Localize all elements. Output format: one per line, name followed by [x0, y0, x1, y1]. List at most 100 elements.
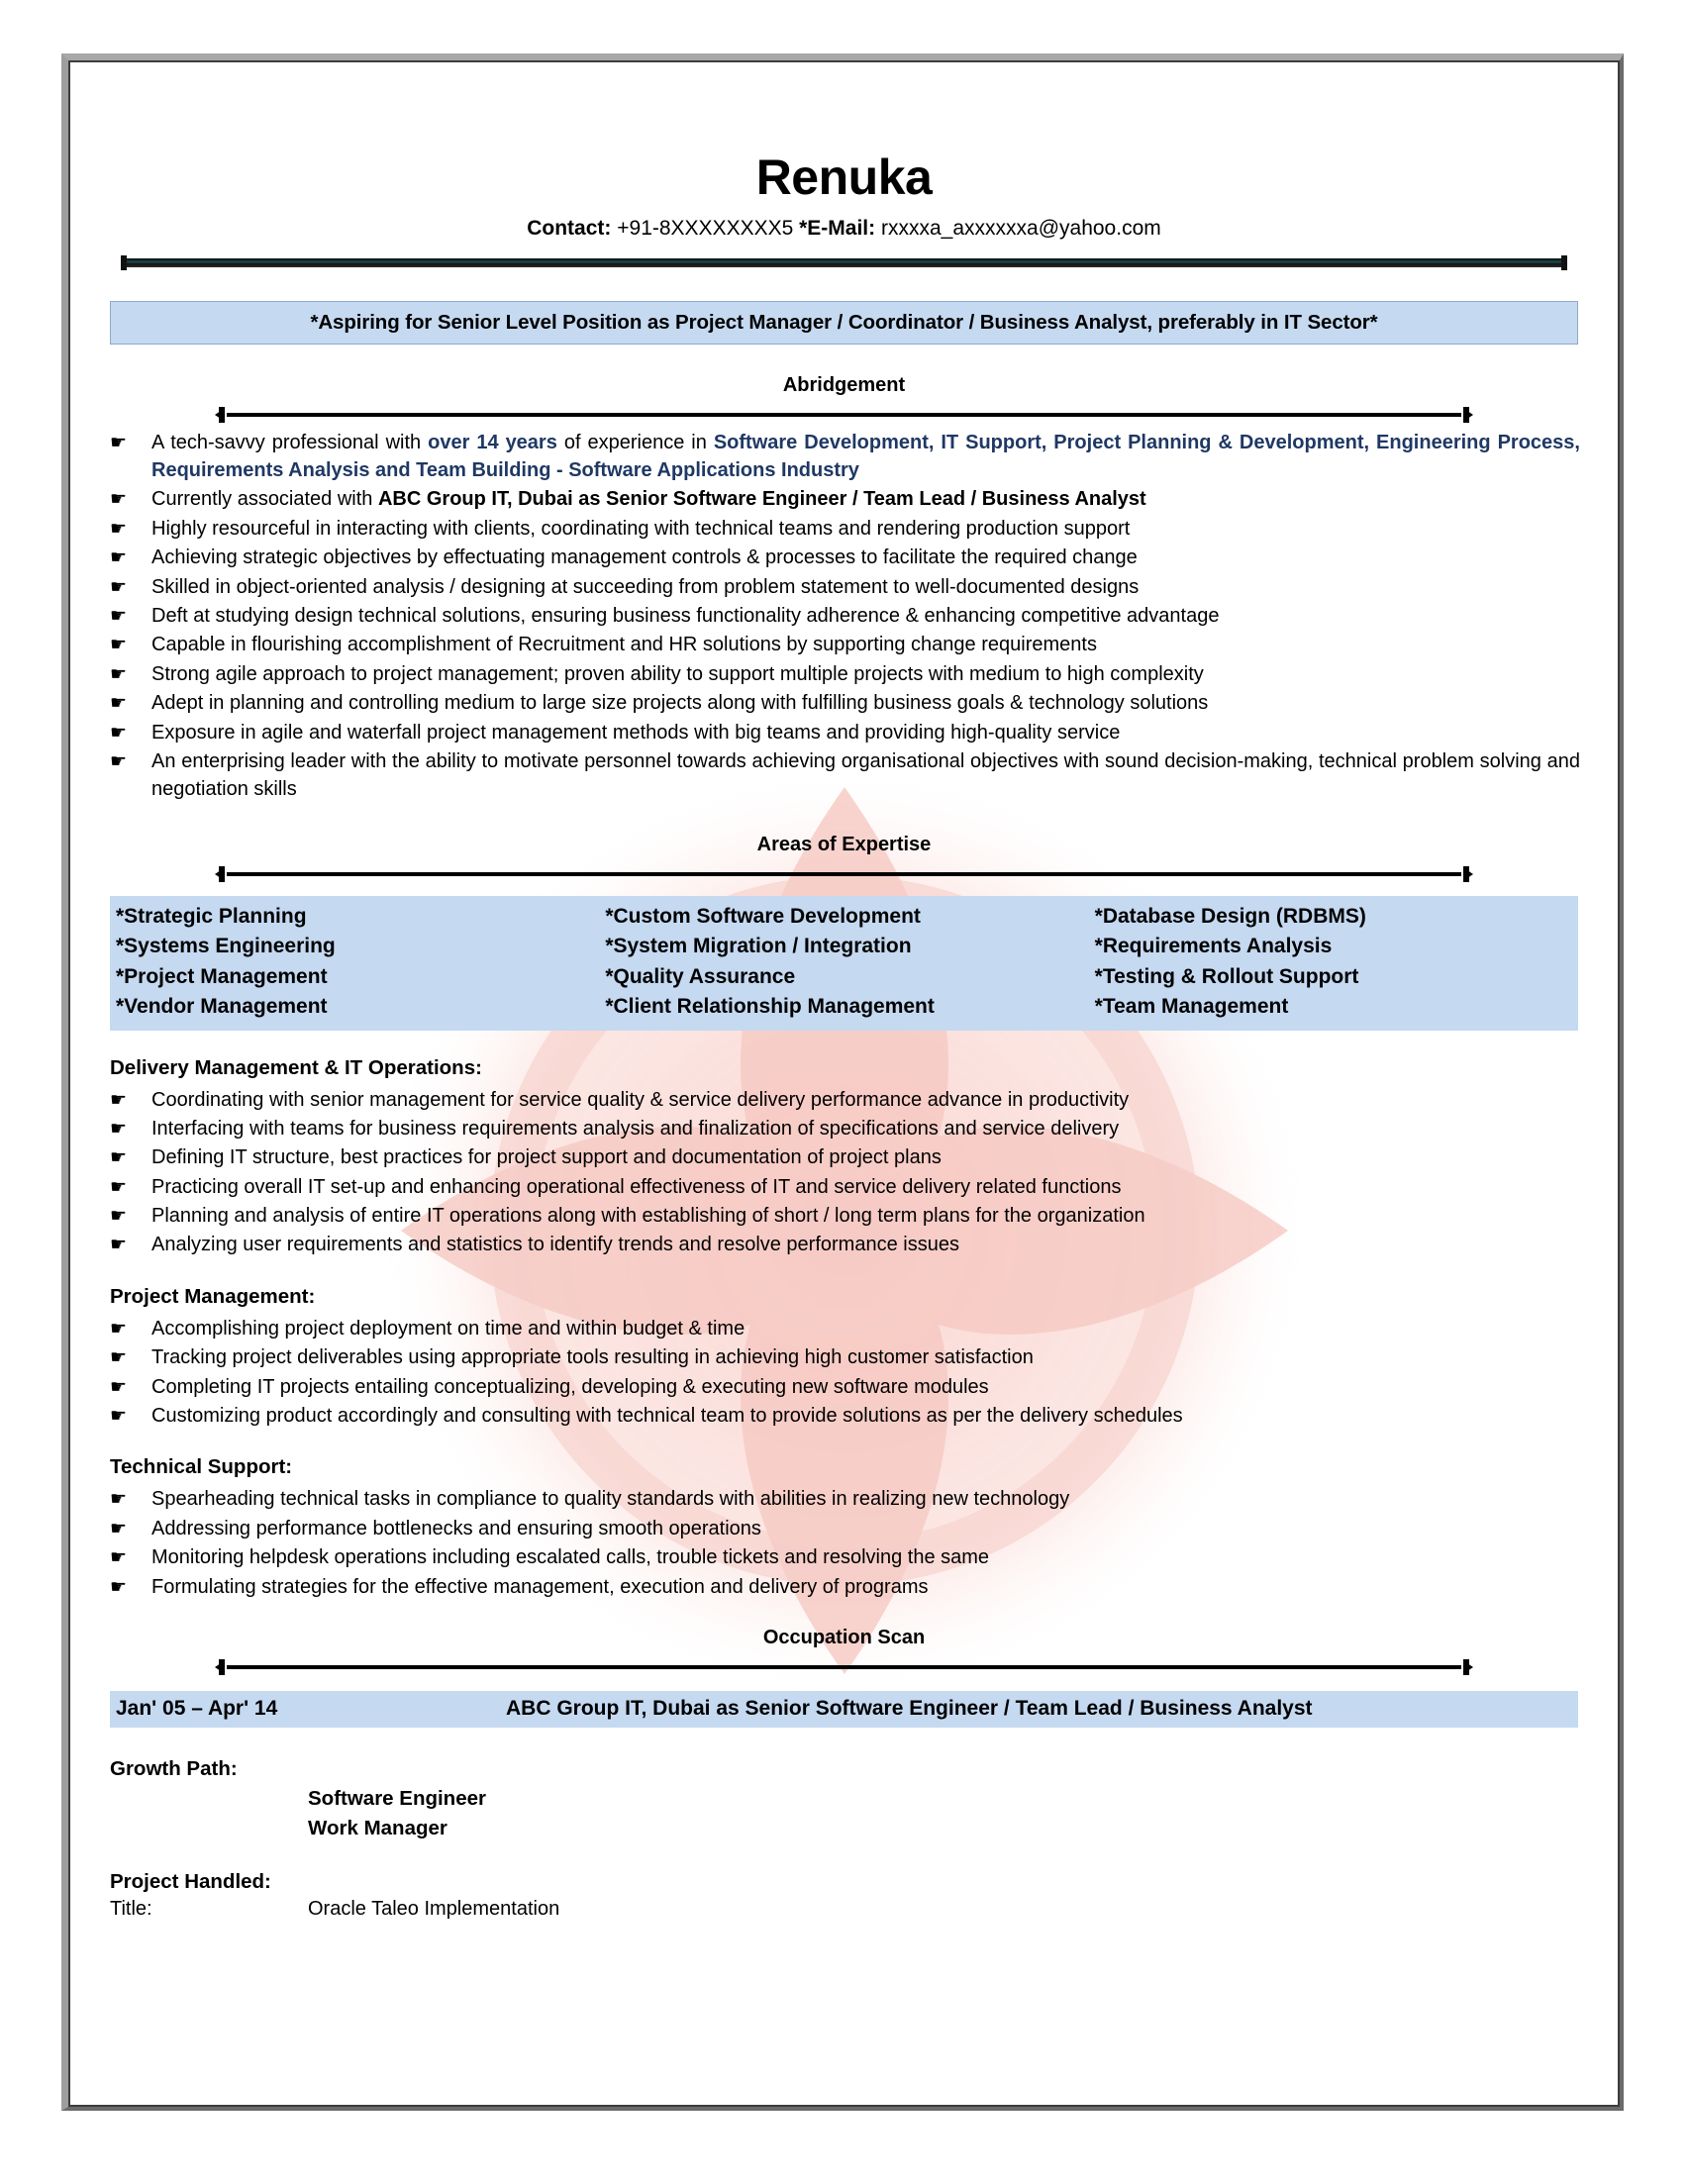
bullet-hand-icon: ☛	[110, 722, 128, 744]
list-item: ☛ Formulating strategies for the effectiv…	[96, 1573, 1592, 1601]
bullet-hand-icon: ☛	[110, 693, 128, 715]
section-title-abridgement: Abridgement	[782, 373, 906, 396]
subsection-title-project-management: Project Management:	[110, 1284, 316, 1308]
list-item-text: over 14 years	[428, 431, 557, 453]
list-item-text: Strong agile approach to project managem…	[151, 662, 1204, 685]
list-item: ☛ Capable in flourishing accomplishment o…	[96, 631, 1592, 658]
expertise-item: *Vendor Management	[116, 995, 328, 1019]
delivery-bullet-list: ☛ Coordinating with senior management for…	[96, 1086, 1592, 1259]
rule-cap-left	[219, 1658, 225, 1675]
bullet-hand-icon: ☛	[110, 1347, 128, 1369]
bullet-hand-icon: ☛	[110, 576, 128, 598]
list-item: ☛ Tracking project deliverables using app…	[96, 1343, 1592, 1371]
project-title-key: Title:	[110, 1897, 152, 1920]
list-item: ☛ Practicing overall IT set-up and enhanc…	[96, 1173, 1592, 1201]
list-item-text: Planning and analysis of entire IT opera…	[151, 1205, 1145, 1228]
list-item: ☛ Accomplishing project deployment on tim…	[96, 1315, 1592, 1342]
list-item: ☛ A tech-savvy professional with over 14 …	[96, 429, 1592, 485]
abridgement-bullet-list: ☛ A tech-savvy professional with over 14 …	[96, 429, 1592, 804]
expertise-item: *Custom Software Development	[605, 904, 921, 928]
bullet-hand-icon: ☛	[110, 547, 128, 569]
list-item-text: Deft at studying design technical soluti…	[151, 605, 1220, 628]
bullet-hand-icon: ☛	[110, 1489, 128, 1511]
bullet-hand-icon: ☛	[110, 1118, 128, 1140]
expertise-item: *Project Management	[116, 964, 328, 988]
list-item-text: A tech-savvy professional with	[151, 431, 429, 453]
expertise-grid: *Strategic Planning *Systems Engineering *…	[110, 895, 1578, 1031]
bullet-hand-icon: ☛	[110, 1518, 128, 1539]
list-item-text: Coordinating with senior management for …	[151, 1088, 1130, 1111]
list-item: ☛ Deft at studying design technical solut…	[96, 602, 1592, 630]
list-item-text: Capable in flourishing accomplishment of…	[151, 634, 1097, 656]
list-item: ☛ Defining IT structure, best practices f…	[96, 1143, 1592, 1171]
rule-bar	[227, 871, 1461, 876]
list-item-text: of experience in	[556, 431, 714, 453]
list-item-text: Completing IT projects entailing concept…	[151, 1375, 989, 1398]
list-item: ☛ Customizing product accordingly and con…	[96, 1402, 1592, 1430]
expertise-item: *Client Relationship Management	[605, 995, 935, 1019]
list-item: ☛ Completing IT projects entailing concep…	[96, 1373, 1592, 1401]
list-item: ☛ Planning and analysis of entire IT oper…	[96, 1202, 1592, 1230]
expertise-column-3: *Database Design (RDBMS) *Requirements An…	[1089, 902, 1578, 1023]
list-item-text: Analyzing user requirements and statisti…	[151, 1234, 959, 1256]
list-item: ☛ Analyzing user requirements and statist…	[96, 1231, 1592, 1258]
rule-cap-left	[219, 406, 225, 423]
list-item: ☛ An enterprising leader with the ability…	[96, 747, 1592, 804]
list-item-text: Practicing overall IT set-up and enhanci…	[151, 1175, 1122, 1198]
section-title-occupation: Occupation Scan	[762, 1626, 926, 1648]
document-page: Renuka Contact: +91-8XXXXXXXX5 *E-Mail: …	[68, 60, 1620, 2107]
bullet-hand-icon: ☛	[110, 1406, 128, 1428]
list-item-text: Tracking project deliverables using appr…	[151, 1346, 1034, 1369]
bullet-hand-icon: ☛	[110, 1147, 128, 1169]
list-item-text: Highly resourceful in interacting with c…	[151, 517, 1131, 540]
section-title-expertise: Areas of Expertise	[756, 833, 932, 855]
header-divider	[121, 254, 1567, 270]
list-item: ☛ Interfacing with teams for business req…	[96, 1115, 1592, 1142]
list-item-text: Addressing performance bottlenecks and e…	[151, 1517, 761, 1539]
bullet-hand-icon: ☛	[110, 635, 128, 656]
section-rule-abridgement	[215, 406, 1473, 423]
growth-path-label: Growth Path:	[110, 1756, 238, 1780]
experience-period: Jan' 05 – Apr' 14	[116, 1696, 278, 1720]
expertise-item: *System Migration / Integration	[605, 935, 912, 958]
list-item: ☛ Skilled in object-oriented analysis / d…	[96, 573, 1592, 601]
list-item-text: Customizing product accordingly and cons…	[151, 1405, 1183, 1428]
list-item: ☛ Highly resourceful in interacting with …	[96, 515, 1592, 543]
list-item-text: Adept in planning and controlling medium…	[151, 692, 1209, 715]
subsection-title-delivery: Delivery Management & IT Operations:	[110, 1055, 482, 1079]
objective-band: *Aspiring for Senior Level Position as P…	[110, 300, 1578, 345]
project-title-row: Title: Oracle Taleo Implementation	[110, 1898, 1592, 1921]
arrow-right-icon	[1464, 1660, 1473, 1673]
contact-label: Contact:	[527, 216, 612, 240]
list-item-text: Currently associated with	[151, 488, 378, 511]
list-item-text: ABC Group IT, Dubai as Senior Software E…	[377, 488, 1146, 511]
section-rule-occupation	[215, 1658, 1473, 1675]
section-rule-expertise	[215, 865, 1473, 882]
list-item: ☛ Exposure in agile and waterfall project…	[96, 719, 1592, 746]
list-item-text: Spearheading technical tasks in complian…	[151, 1488, 1070, 1511]
rule-bar	[227, 1664, 1461, 1669]
experience-band: Jan' 05 – Apr' 14 ABC Group IT, Dubai as…	[110, 1690, 1578, 1728]
expertise-item: *Team Management	[1094, 995, 1289, 1019]
bullet-hand-icon: ☛	[110, 663, 128, 685]
list-item-text: Defining IT structure, best practices fo…	[151, 1146, 942, 1169]
expertise-item: *Strategic Planning	[116, 904, 307, 928]
growth-path-item: Work Manager	[308, 1816, 447, 1839]
bullet-hand-icon: ☛	[110, 1318, 128, 1340]
project-title-value: Oracle Taleo Implementation	[308, 1897, 560, 1920]
arrow-right-icon	[1464, 867, 1473, 880]
list-item: ☛ Achieving strategic objectives by effec…	[96, 544, 1592, 571]
bullet-hand-icon: ☛	[110, 750, 128, 772]
bullet-hand-icon: ☛	[110, 1576, 128, 1598]
bullet-hand-icon: ☛	[110, 1235, 128, 1256]
list-item: ☛ Adept in planning and controlling mediu…	[96, 689, 1592, 717]
document-content: Renuka Contact: +91-8XXXXXXXX5 *E-Mail: …	[70, 62, 1618, 1921]
growth-path-list: Software Engineer Work Manager	[96, 1787, 1592, 1840]
list-item: ☛ Spearheading technical tasks in complia…	[96, 1485, 1592, 1513]
list-item: ☛ Currently associated with ABC Group IT,…	[96, 485, 1592, 513]
document-page-frame: Renuka Contact: +91-8XXXXXXXX5 *E-Mail: …	[61, 53, 1624, 2111]
expertise-item: *Database Design (RDBMS)	[1094, 904, 1366, 928]
list-item: ☛ Coordinating with senior management for…	[96, 1086, 1592, 1114]
bullet-hand-icon: ☛	[110, 518, 128, 540]
experience-role: ABC Group IT, Dubai as Senior Software E…	[506, 1696, 1313, 1720]
